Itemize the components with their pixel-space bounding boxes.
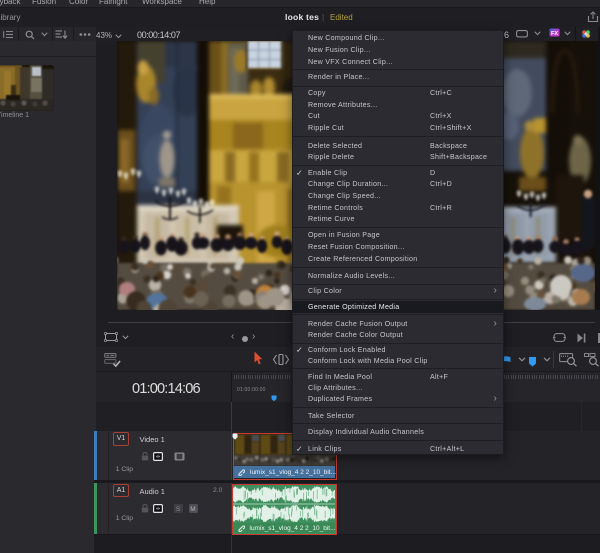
svg-text:FX: FX (551, 31, 558, 37)
